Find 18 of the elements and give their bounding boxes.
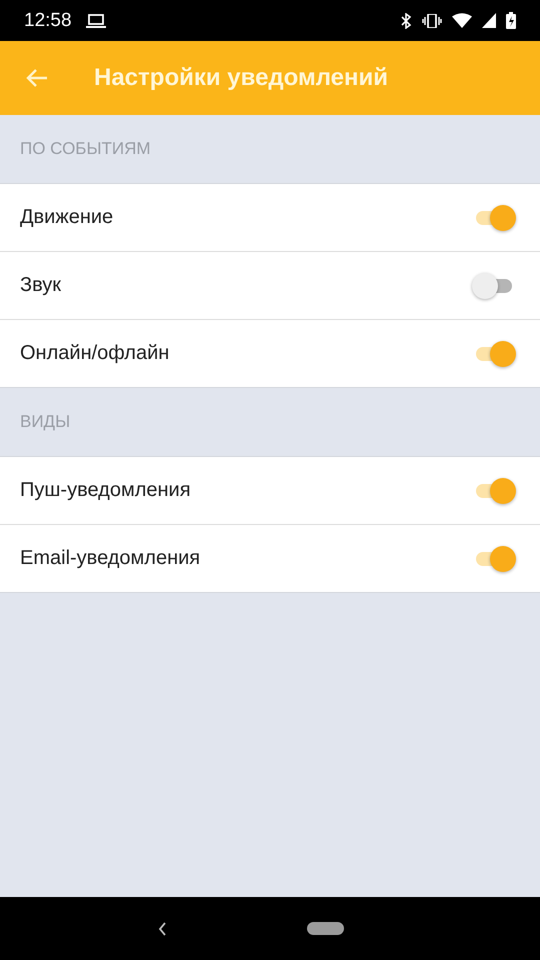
bluetooth-icon <box>400 12 412 28</box>
vibrate-icon <box>422 14 442 28</box>
setting-label: Email-уведомления <box>20 547 200 570</box>
section-header: ПО СОБЫТИЯМ <box>20 139 151 159</box>
section-header: ВИДЫ <box>20 412 70 432</box>
wifi-icon <box>452 13 472 28</box>
setting-label: Пуш-уведомления <box>20 479 191 502</box>
signal-icon <box>482 13 496 28</box>
status-time: 12:58 <box>24 10 72 32</box>
home-button[interactable] <box>306 922 344 935</box>
laptop-icon <box>86 14 106 28</box>
setting-label: Онлайн/офлайн <box>20 342 170 365</box>
battery-icon <box>506 12 516 29</box>
screen-title: Настройки уведомлений <box>94 64 388 92</box>
setting-label: Движение <box>20 206 114 229</box>
back-arrow-icon[interactable] <box>26 68 48 88</box>
back-icon[interactable] <box>156 920 166 936</box>
setting-label: Звук <box>20 274 62 297</box>
